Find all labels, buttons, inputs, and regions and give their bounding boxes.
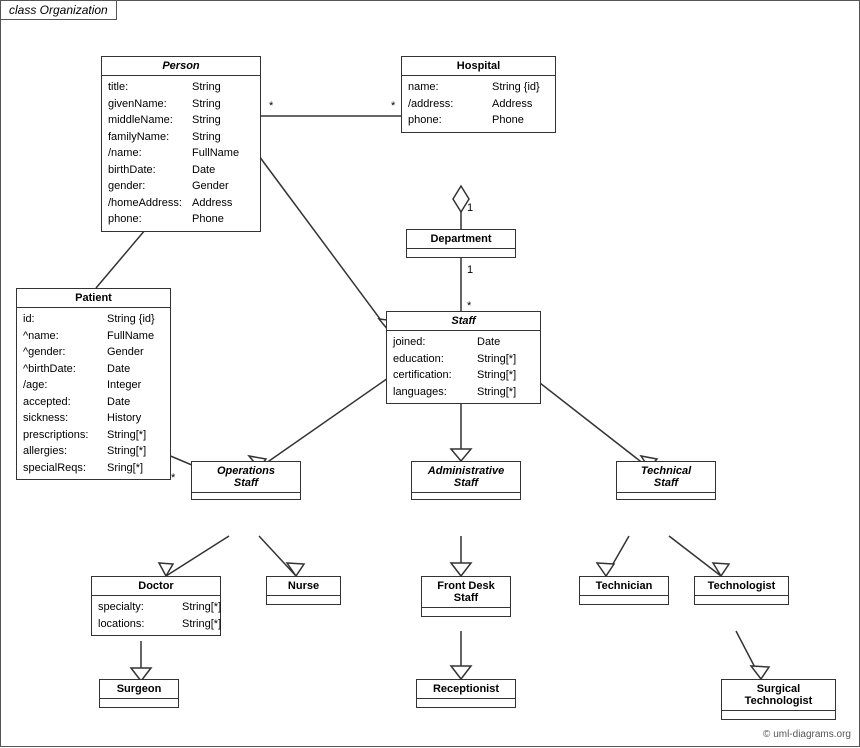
person-header: Person [102,57,260,76]
receptionist-header: Receptionist [417,680,515,699]
class-person: Person title:String givenName:String mid… [101,56,261,232]
person-body: title:String givenName:String middleName… [102,76,260,231]
svg-text:1: 1 [467,202,473,214]
administrative-staff-header: AdministrativeStaff [412,462,520,493]
technologist-header: Technologist [695,577,788,596]
class-patient: Patient id:String {id} ^name:FullName ^g… [16,288,171,480]
copyright-text: © uml-diagrams.org [763,729,851,740]
svg-text:*: * [391,100,396,112]
class-administrative-staff: AdministrativeStaff [411,461,521,500]
staff-body: joined:Date education:String[*] certific… [387,331,540,403]
department-body [407,249,515,257]
class-surgeon: Surgeon [99,679,179,708]
doctor-header: Doctor [92,577,220,596]
svg-text:1: 1 [467,264,473,276]
surgical-technologist-header: SurgicalTechnologist [722,680,835,711]
class-hospital: Hospital name:String {id} /address:Addre… [401,56,556,133]
svg-text:*: * [171,472,176,484]
class-receptionist: Receptionist [416,679,516,708]
diagram-container: class Organization [0,0,860,747]
surgeon-header: Surgeon [100,680,178,699]
operations-staff-header: OperationsStaff [192,462,300,493]
class-doctor: Doctor specialty:String[*] locations:Str… [91,576,221,636]
hospital-body: name:String {id} /address:Address phone:… [402,76,555,132]
class-front-desk-staff: Front DeskStaff [421,576,511,617]
class-staff: Staff joined:Date education:String[*] ce… [386,311,541,404]
class-technologist: Technologist [694,576,789,605]
class-department: Department [406,229,516,258]
technical-staff-header: TechnicalStaff [617,462,715,493]
department-header: Department [407,230,515,249]
staff-header: Staff [387,312,540,331]
class-nurse: Nurse [266,576,341,605]
doctor-body: specialty:String[*] locations:String[*] [92,596,220,635]
class-technician: Technician [579,576,669,605]
front-desk-staff-header: Front DeskStaff [422,577,510,608]
class-technical-staff: TechnicalStaff [616,461,716,500]
patient-header: Patient [17,289,170,308]
nurse-header: Nurse [267,577,340,596]
svg-text:*: * [269,100,274,112]
hospital-header: Hospital [402,57,555,76]
class-surgical-technologist: SurgicalTechnologist [721,679,836,720]
patient-body: id:String {id} ^name:FullName ^gender:Ge… [17,308,170,479]
class-operations-staff: OperationsStaff [191,461,301,500]
technician-header: Technician [580,577,668,596]
diagram-title: class Organization [1,1,117,20]
